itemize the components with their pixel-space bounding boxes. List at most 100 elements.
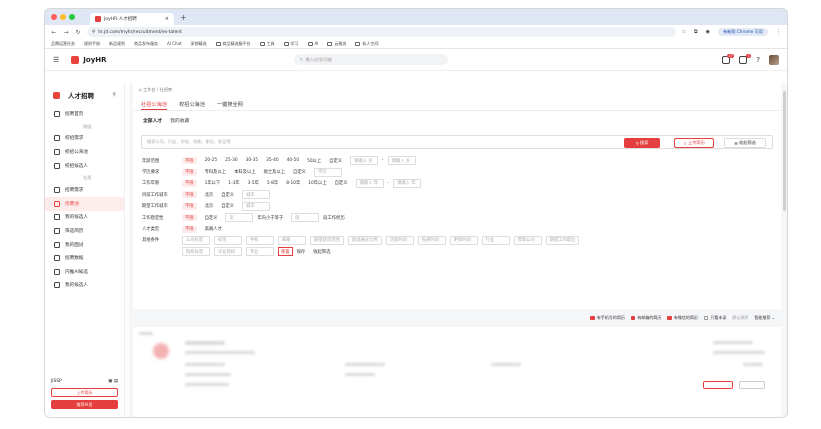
age-max-input[interactable]: 请输入 岁 — [387, 156, 416, 166]
app-search-input[interactable]: ⚲ 输入应用/功能 — [293, 54, 448, 65]
filter-dropdown[interactable]: 毕业院校 — [214, 247, 242, 257]
filter-dropdown[interactable]: 更新时间 — [449, 235, 478, 245]
extensions-icon[interactable]: ⧉ — [694, 29, 698, 35]
filter-option[interactable]: 40-50 — [287, 158, 300, 163]
filter-option[interactable]: 3-5年 — [248, 180, 259, 186]
bookmark-folder[interactable]: 云服务 — [327, 41, 346, 47]
stability-count-input[interactable]: 段 — [291, 213, 320, 223]
new-tab-button[interactable]: + — [180, 13, 187, 22]
filter-unread-checkbox[interactable]: 只看未读 — [703, 315, 726, 321]
filter-option[interactable]: 不限 — [182, 202, 197, 210]
filter-option[interactable]: 25-30 — [225, 158, 238, 163]
bookmark-folder[interactable]: 商品精选服平台 — [215, 41, 251, 47]
filter-option[interactable]: 自定义 — [335, 180, 348, 186]
close-tab-icon[interactable]: × — [165, 16, 169, 22]
browser-tab[interactable]: JoyHR-人才招聘 × — [90, 13, 174, 25]
bell-icon[interactable]: 1 — [739, 53, 752, 64]
filter-option[interactable]: 北京 — [205, 192, 214, 198]
filter-option[interactable]: 不限 — [182, 225, 197, 233]
filter-dropdown[interactable]: 公司标签 — [182, 235, 210, 245]
filter-dropdown[interactable]: 手机 — [246, 235, 274, 245]
sidebar-item-my-candidates-2[interactable]: 我的候选人 — [45, 279, 124, 293]
filter-option[interactable]: 高端人才 — [205, 226, 222, 232]
sidebar-item-demand[interactable]: 招聘需求 — [45, 183, 124, 197]
sidebar-item-home[interactable]: 招聘首页 — [45, 107, 124, 121]
bookmark-item[interactable]: 采销精选 — [191, 41, 207, 47]
profile-icon[interactable]: ◉ — [706, 29, 710, 35]
sidebar-item-campus-demand[interactable]: 校招需求 — [45, 132, 124, 146]
filter-option[interactable]: 不限 — [182, 191, 197, 199]
filter-email-checkbox[interactable]: 有邮箱的简历 — [630, 315, 661, 321]
candidate-card[interactable] — [133, 327, 781, 417]
bookmark-item[interactable]: 新品规则 — [109, 41, 125, 47]
tab-search-web[interactable]: 一键搜全网 — [217, 101, 243, 110]
education-select[interactable]: 学历 — [313, 167, 342, 177]
filter-option[interactable]: 自定义 — [293, 169, 306, 175]
filter-option[interactable]: 50以上 — [307, 158, 321, 164]
footer-account[interactable]: JISSP — [51, 379, 62, 384]
filter-option[interactable]: 1年以下 — [205, 180, 221, 186]
filter-option[interactable]: 35-40 — [266, 158, 279, 163]
search-button[interactable]: ⚲ 搜索 — [624, 138, 660, 148]
current-city-select[interactable]: 城市 — [242, 190, 271, 200]
minimize-window-button[interactable] — [60, 14, 66, 20]
age-min-input[interactable]: 请输入 岁 — [350, 156, 379, 166]
sidebar-item-screening[interactable]: 筛选简历 — [45, 224, 124, 238]
sort-select[interactable]: 智能推荐 ⌄ — [754, 315, 775, 321]
save-button[interactable]: 保存 — [297, 249, 306, 255]
fold-filter-link[interactable]: 收起筛选 — [313, 249, 330, 255]
menu-icon[interactable]: ☰ — [53, 56, 59, 64]
tab-favorites[interactable]: 我的收藏 — [170, 117, 189, 124]
filter-dropdown[interactable]: 院校标签 — [182, 247, 210, 257]
filter-dropdown[interactable]: 标签 — [214, 235, 242, 245]
close-window-button[interactable] — [51, 14, 57, 20]
filter-option[interactable]: 不限 — [182, 168, 197, 176]
bookmark-item[interactable]: 品牌运营任务 — [51, 41, 75, 47]
more-menu-icon[interactable]: ⋮ — [776, 29, 781, 35]
filter-dropdown[interactable]: 行业 — [481, 235, 510, 245]
years-max-input[interactable]: 请输入 年 — [393, 178, 422, 188]
bookmark-folder[interactable]: 工具 — [259, 41, 275, 47]
talent-search-input[interactable]: 搜索公司、行业、学校、技能、职位、职业等 ⚲ 搜索 ⇪ 上传简历 ☰ 收起筛选 — [141, 135, 773, 149]
filter-option[interactable]: 8-10年 — [286, 180, 300, 186]
reset-button[interactable]: 重置 — [278, 247, 293, 257]
tab-all-talent[interactable]: 全部人才 — [143, 117, 162, 124]
collapse-filter-button[interactable]: ☰ 收起筛选 — [724, 138, 766, 148]
scrollbar[interactable] — [783, 91, 786, 211]
bookmark-folder[interactable]: 私人空间 — [355, 41, 378, 47]
filter-dropdown[interactable]: 投递时间 — [417, 235, 446, 245]
filter-option[interactable]: 1-3年 — [228, 180, 239, 186]
filter-option[interactable]: 北京 — [205, 203, 214, 209]
card-action-button[interactable] — [703, 381, 733, 389]
filter-wechat-checkbox[interactable]: 有微信的简历 — [667, 315, 698, 321]
filter-dropdown[interactable]: 期望工作职位 — [545, 235, 580, 245]
bookmark-folder[interactable]: AI — [307, 41, 318, 46]
filter-dropdown[interactable]: 期望薪资范围 — [310, 235, 344, 245]
reload-icon[interactable]: ↻ — [75, 29, 81, 36]
stability-years-input[interactable]: 近 — [225, 213, 254, 223]
bookmark-star-icon[interactable]: ☆ — [682, 29, 686, 35]
help-icon[interactable]: ? — [756, 56, 760, 64]
filter-dropdown[interactable]: 邮箱 — [278, 235, 306, 245]
site-info-icon[interactable]: ⚲ — [92, 30, 95, 35]
avatar[interactable] — [769, 54, 779, 65]
filter-dropdown[interactable]: 面试通过比例 — [347, 235, 382, 245]
filter-option[interactable]: 自定义 — [205, 215, 218, 221]
maximize-window-button[interactable] — [69, 14, 75, 20]
filter-option[interactable]: 不限 — [182, 179, 197, 187]
collapse-icon[interactable]: ▣ ▤ — [108, 379, 118, 384]
upload-resume-button[interactable]: ⇪ 上传简历 — [674, 138, 714, 148]
sidebar-item-campus-candidates[interactable]: 校招候选人 — [45, 159, 124, 173]
bookmark-folder[interactable]: 学习 — [283, 41, 299, 47]
tab-social-pool[interactable]: 社招公海池 — [141, 101, 167, 110]
filter-option[interactable]: 专科及以上 — [205, 169, 226, 175]
filter-option[interactable]: 20-25 — [205, 158, 218, 163]
filter-option[interactable]: 本科及以上 — [234, 169, 255, 175]
filter-dropdown[interactable]: 活跃时间 — [385, 235, 414, 245]
sidebar-item-data[interactable]: 招聘数据 — [45, 251, 124, 265]
filter-option[interactable]: 硕士及以上 — [264, 169, 285, 175]
filter-option[interactable]: 自定义 — [221, 192, 234, 198]
message-icon[interactable]: 27 — [722, 53, 735, 64]
filter-option[interactable]: 5-8年 — [267, 180, 278, 186]
years-min-input[interactable]: 请输入 年 — [355, 178, 384, 188]
